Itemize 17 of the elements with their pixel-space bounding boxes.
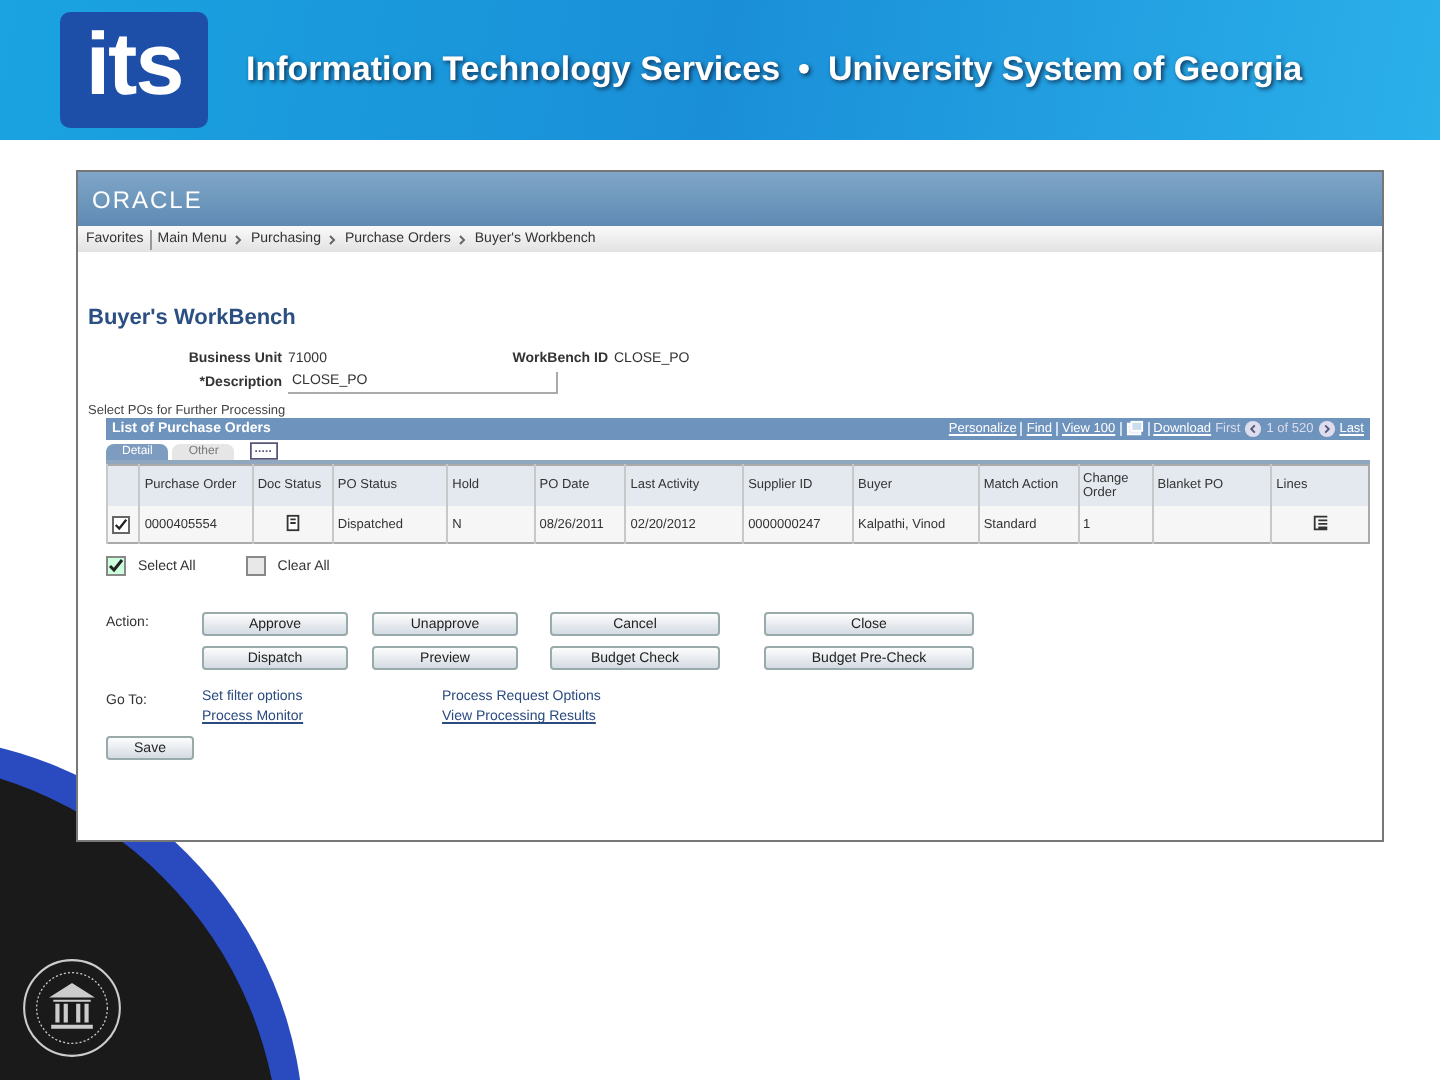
banner-separator: • bbox=[798, 50, 810, 90]
seal-icon bbox=[20, 956, 124, 1060]
row-checkbox[interactable] bbox=[112, 515, 130, 533]
chevron-icon bbox=[456, 233, 469, 245]
chevron-icon bbox=[232, 233, 245, 245]
page-title: Buyer's WorkBench bbox=[88, 306, 298, 330]
banner-title: Information Technology Services bbox=[246, 50, 781, 90]
show-all-columns-icon[interactable] bbox=[250, 442, 279, 460]
banner-subtitle: University System of Georgia bbox=[827, 50, 1303, 90]
next-icon[interactable] bbox=[1317, 420, 1336, 438]
document-icon[interactable] bbox=[283, 513, 302, 531]
its-logo: its bbox=[60, 12, 208, 128]
new-window-icon[interactable] bbox=[1125, 420, 1144, 438]
brand-logo: ORACLE bbox=[92, 185, 203, 213]
chevron-icon bbox=[326, 233, 339, 245]
previous-icon[interactable] bbox=[1244, 420, 1263, 438]
list-icon[interactable] bbox=[1311, 513, 1330, 531]
